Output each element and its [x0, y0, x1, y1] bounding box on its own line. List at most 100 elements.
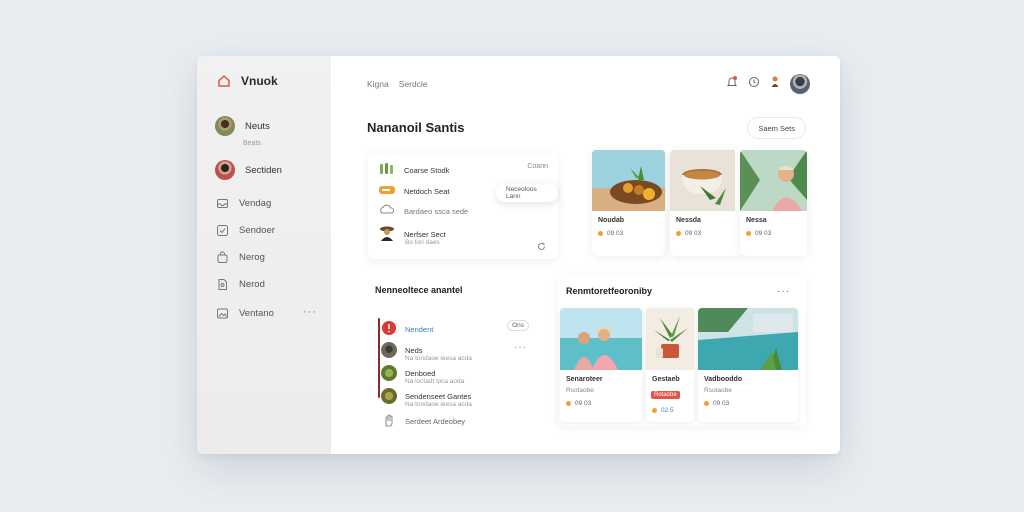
card-title: Gestaeb	[652, 376, 680, 383]
cloud-icon	[378, 204, 396, 218]
filter-chip[interactable]: Ons	[507, 320, 529, 331]
list-item-sub: Bo tori daes	[405, 239, 440, 246]
feed-item[interactable]: Nendent	[381, 320, 433, 338]
sidebar-item-neuts[interactable]: Neuts	[215, 116, 270, 136]
avatar	[378, 224, 396, 244]
hand-icon	[381, 412, 397, 430]
section-title: Renmtoretfeoroniby	[566, 286, 653, 296]
more-options-icon[interactable]: ···	[514, 342, 527, 353]
card-title: Senaroteer	[566, 376, 603, 383]
avatar	[381, 342, 397, 358]
pool-photo	[698, 308, 798, 370]
document-icon	[215, 277, 229, 291]
status-dot	[746, 231, 751, 236]
breadcrumb: Kigna Serdcle	[367, 79, 428, 89]
brand-name: Vnuok	[241, 74, 278, 88]
card-meta-value: 09 03	[755, 230, 772, 237]
feed-item[interactable]: Serdeet Ardeobey	[381, 412, 465, 430]
list-item-label: Bardaeo ssca sede	[404, 206, 469, 216]
card-subtitle: Rsotaobe	[704, 387, 732, 394]
feed-item-label: Serdeet Ardeobey	[405, 416, 466, 426]
gallery-card[interactable]: Vadbooddo Rsotaobe 09 03	[698, 308, 798, 422]
sidebar-item-label: Sectiden	[245, 164, 282, 176]
gallery-panel: Renmtoretfeoroniby ··· Senaroteer Rsotao…	[558, 276, 806, 426]
gallery-card[interactable]: Gestaeb Rotaobe 02 5	[646, 308, 694, 422]
photo-card[interactable]: Nessa 09 03	[740, 150, 807, 256]
gallery-card[interactable]: Senaroteer Rsotaobe 09 03	[560, 308, 642, 422]
inbox-icon	[215, 196, 229, 210]
list-item[interactable]: Bardaeo ssca sede	[378, 204, 468, 218]
list-item-label: Nerfser Sect	[404, 229, 446, 239]
card-tag[interactable]: Coann	[527, 163, 548, 170]
plant-icon	[378, 163, 396, 177]
feed-item-sub: Na tondaoe ieesa acda	[405, 401, 472, 408]
feed-item-sub: Na loctadt ipca aoda	[405, 378, 465, 385]
sidebar-item-label: Nerog	[239, 251, 265, 263]
sidebar-item-vendag[interactable]: Vendag	[215, 196, 271, 210]
sidebar-item-label: Ventano	[239, 307, 274, 319]
card-meta-value: 09 03	[713, 400, 730, 407]
save-sets-button[interactable]: Saem Sets	[747, 117, 806, 139]
feed-item-sub: Na tondaoe ieesa acda	[405, 355, 472, 362]
task-list-card: Coann Coarse Stodk Netdoch Seat Bardaeo …	[368, 153, 558, 259]
sidebar-item-nerod[interactable]: Nerod	[215, 277, 265, 291]
user-avatar[interactable]	[790, 74, 810, 94]
card-meta: 09 03	[704, 400, 798, 407]
photo-card[interactable]: Nessda 09 03	[670, 150, 743, 256]
home-icon	[217, 74, 231, 88]
clock-icon[interactable]	[748, 75, 760, 93]
plant-photo	[646, 308, 694, 370]
tooltip-popup: Neceoloos Lann	[496, 184, 558, 202]
feed-panel: Nenneoltece anantel Ons ··· Nendent Neds…	[365, 276, 539, 446]
status-dot	[598, 231, 603, 236]
list-item-label: Netdoch Seat	[404, 186, 450, 196]
card-title: Noudab	[598, 217, 625, 224]
more-options-icon[interactable]: ···	[777, 286, 790, 297]
more-options-icon[interactable]: ···	[303, 306, 317, 318]
alert-icon	[381, 320, 397, 338]
sidebar-item-sendoer[interactable]: Sendoer	[215, 223, 275, 237]
breadcrumb-item[interactable]: Serdcle	[399, 79, 428, 89]
avatar	[381, 365, 397, 381]
feed-item-label: Denboed	[405, 368, 436, 378]
card-meta-value: 09 03	[607, 230, 624, 237]
status-dot	[566, 401, 571, 406]
brand[interactable]: Vnuok	[217, 74, 278, 88]
sidebar-item-ventano[interactable]: Ventano	[215, 306, 274, 320]
person-photo	[740, 150, 807, 211]
refresh-icon[interactable]	[537, 238, 546, 256]
sidebar-item-label: Neuts	[245, 120, 270, 132]
feed-item-label: Neds	[405, 345, 423, 355]
card-title: Nessa	[746, 217, 767, 224]
card-meta: 09 03	[676, 230, 743, 237]
card-meta-value: 09 03	[685, 230, 702, 237]
section-title: Nenneoltece anantel	[375, 285, 463, 295]
avatar	[215, 116, 235, 136]
avatar	[215, 160, 235, 180]
sidebar-item-label: Nerod	[239, 278, 265, 290]
photo-card[interactable]: Noudab 09 03	[592, 150, 665, 256]
breadcrumb-item[interactable]: Kigna	[367, 79, 389, 89]
top-bar-icons	[726, 74, 810, 94]
avatar	[381, 388, 397, 404]
drink-photo	[670, 150, 743, 211]
sidebar-item-label: Sendoer	[239, 224, 275, 236]
card-title: Nessda	[676, 217, 701, 224]
user-status-icon[interactable]	[770, 75, 780, 94]
status-dot	[652, 408, 657, 413]
food-photo	[592, 150, 665, 211]
card-meta: 09 03	[746, 230, 807, 237]
sidebar-item-label: Vendag	[239, 197, 272, 209]
active-indicator	[378, 318, 380, 398]
status-dot	[704, 401, 709, 406]
list-item-label: Coarse Stodk	[404, 165, 450, 175]
sidebar-item-nerog[interactable]: Nerog	[215, 250, 265, 264]
list-item[interactable]: Coarse Stodk	[378, 163, 449, 177]
card-meta: 02 5	[652, 407, 694, 414]
sidebar-item-sectiden[interactable]: Sectiden	[215, 160, 282, 180]
card-meta: 09 03	[598, 230, 665, 237]
card-meta-value: 09 03	[575, 400, 592, 407]
notification-icon[interactable]	[726, 75, 738, 94]
card-subtitle: Rsotaobe	[566, 387, 594, 394]
list-item[interactable]: Netdoch Seat	[378, 184, 449, 198]
